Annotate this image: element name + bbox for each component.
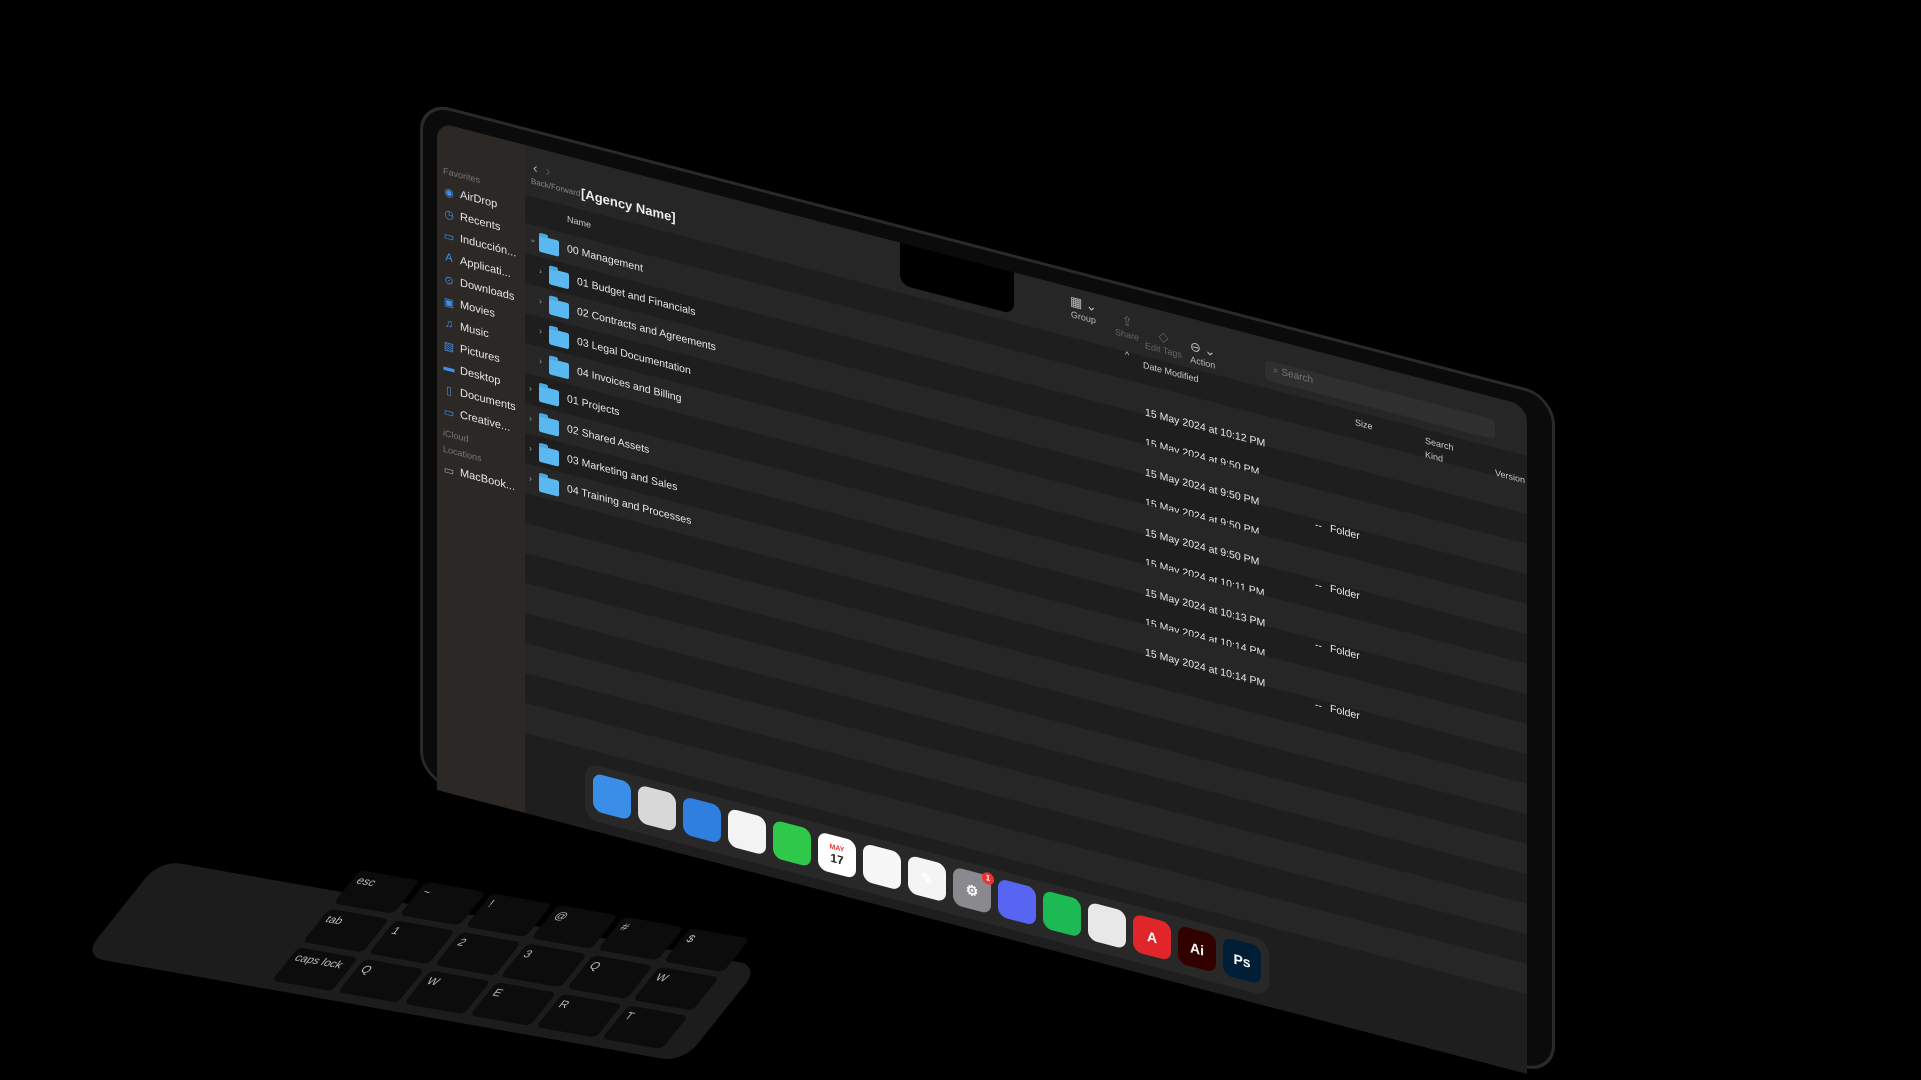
column-size[interactable]: Size — [1355, 417, 1373, 432]
music-icon: ♫ — [444, 317, 454, 332]
action-button[interactable]: ⊖ ⌄ Action — [1190, 338, 1215, 371]
chevron-right-icon[interactable]: › — [539, 356, 542, 367]
dock-system-settings-icon[interactable]: ⚙ 1 — [953, 866, 994, 915]
clock-icon: ◷ — [444, 207, 454, 222]
airdrop-icon: ◉ — [444, 185, 454, 200]
pages-label: ✎ — [921, 868, 933, 888]
chevron-right-icon[interactable]: › — [539, 266, 542, 277]
chevron-right-icon[interactable]: › — [529, 443, 532, 454]
folder-icon: ▭ — [443, 405, 455, 420]
photoshop-label: Ps — [1233, 950, 1251, 971]
laptop-mockup: esc ~! @ # $ tab 1 2 3 Q Wcaps lock Q W E R T Favorites… — [0, 0, 1921, 1080]
document-icon: ▯ — [445, 383, 453, 398]
nav-label: Back/Forward — [531, 176, 581, 199]
column-name[interactable]: Name — [567, 214, 591, 230]
folder-icon — [549, 268, 569, 290]
chevron-right-icon[interactable]: › — [539, 296, 542, 307]
dock-launchpad-icon[interactable] — [638, 784, 676, 833]
dock-illustrator-icon[interactable]: Ai — [1178, 925, 1216, 973]
pictures-icon: ▨ — [443, 339, 455, 354]
dock-safari-icon[interactable] — [683, 796, 721, 844]
folder-icon — [549, 358, 569, 380]
folder-icon — [539, 415, 559, 437]
applications-icon: A — [445, 251, 453, 266]
dock-discord-icon[interactable] — [998, 878, 1036, 927]
laptop-icon: ▭ — [443, 463, 455, 478]
dock-spotify-icon[interactable] — [1043, 889, 1081, 938]
file-name: 01 Projects — [567, 392, 620, 419]
download-icon: ⊙ — [444, 273, 454, 288]
chevron-down-icon[interactable]: ⌄ — [529, 233, 537, 246]
calendar-label: 17 — [830, 849, 844, 868]
forward-button[interactable]: › — [546, 162, 551, 179]
share-button[interactable]: ⇪ Share — [1115, 311, 1139, 343]
edit-tags-button[interactable]: ◇ Edit Tags — [1145, 324, 1182, 360]
folder-icon — [539, 475, 559, 497]
acrobat-label: A — [1146, 927, 1158, 947]
illustrator-label: Ai — [1190, 939, 1204, 959]
folder-icon: ▭ — [443, 229, 455, 244]
dock-calendar-icon[interactable]: MAY 17 — [818, 831, 856, 880]
sidebar-item-label: Music — [460, 320, 489, 341]
dock-pages-icon[interactable]: ✎ — [908, 854, 946, 903]
chevron-right-icon[interactable]: › — [529, 473, 532, 484]
dock-acrobat-icon[interactable]: A — [1133, 913, 1171, 962]
notification-badge: 1 — [982, 870, 994, 887]
folder-icon — [539, 235, 559, 257]
sidebar: Favorites ◉ AirDrop ◷ Recents ▭ Inducción... A… — [437, 122, 525, 813]
folder-icon — [549, 298, 569, 320]
dock-photoshop-icon[interactable]: Ps — [1223, 936, 1261, 985]
group-button[interactable]: ▦ ⌄ Group — [1070, 293, 1097, 326]
folder-icon — [539, 385, 559, 407]
dock-reminders-icon[interactable] — [863, 842, 901, 891]
film-icon: ▣ — [443, 295, 455, 310]
dock-finder-icon[interactable] — [593, 772, 631, 821]
system-settings-label: ⚙ — [965, 880, 979, 900]
back-button[interactable]: ‹ — [533, 159, 538, 176]
desktop-icon: ▬ — [443, 360, 455, 376]
folder-icon — [549, 328, 569, 350]
chevron-right-icon[interactable]: › — [539, 326, 542, 337]
chevron-right-icon[interactable]: › — [529, 413, 532, 424]
dock-facetime-icon[interactable] — [773, 819, 811, 868]
sort-ascending-icon: ^ — [1125, 349, 1130, 361]
keyboard: esc ~! @ # $ tab 1 2 3 Q Wcaps lock Q W E R T — [271, 870, 750, 1050]
folder-icon — [539, 445, 559, 467]
dock-chrome-icon[interactable] — [1088, 901, 1126, 950]
chevron-right-icon[interactable]: › — [529, 383, 532, 394]
dock-photos-icon[interactable] — [728, 807, 766, 856]
